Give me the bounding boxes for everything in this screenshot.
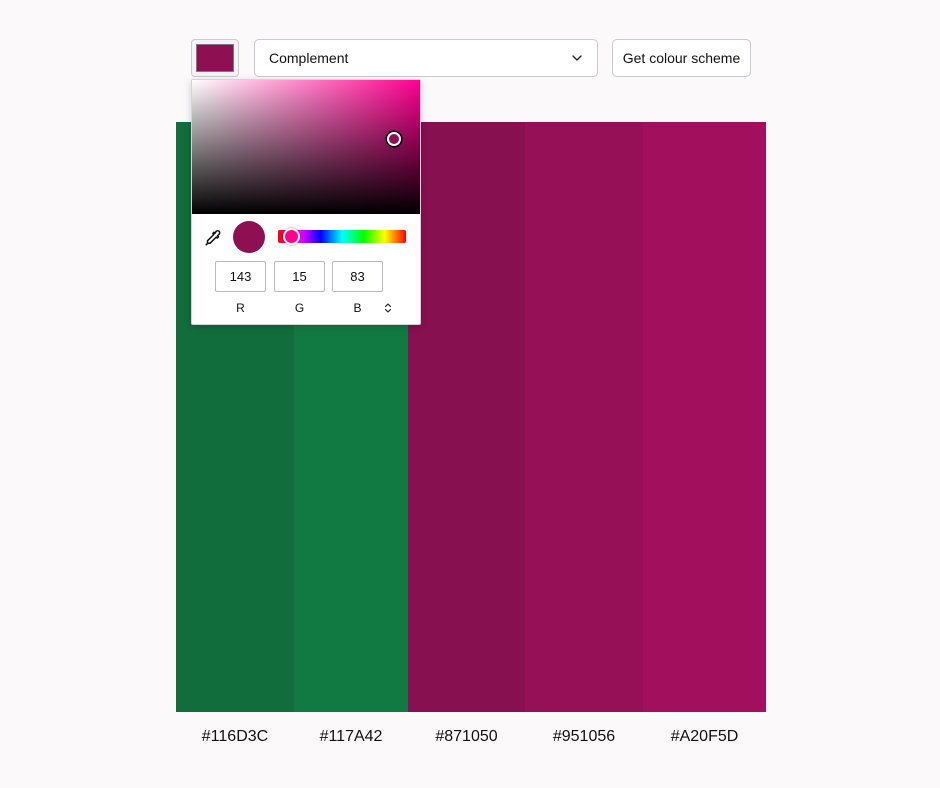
green-channel-label: G bbox=[294, 301, 305, 315]
saturation-value-handle[interactable] bbox=[386, 131, 401, 146]
up-down-arrows-icon[interactable] bbox=[382, 301, 394, 315]
hue-slider-thumb[interactable] bbox=[282, 228, 300, 245]
color-picker-popup: R G B bbox=[191, 79, 421, 325]
green-channel-input[interactable] bbox=[274, 261, 325, 292]
palette-hex-label: #A20F5D bbox=[670, 728, 739, 745]
red-channel-label: R bbox=[236, 301, 245, 315]
scheme-mode-value: Complement bbox=[269, 50, 349, 66]
palette-hex-label: #116D3C bbox=[201, 728, 269, 745]
palette-swatch bbox=[408, 122, 525, 712]
current-color-swatch bbox=[196, 44, 234, 72]
palette-swatch bbox=[525, 122, 643, 712]
red-channel-input[interactable] bbox=[215, 261, 266, 292]
scheme-mode-select[interactable]: Complement bbox=[254, 39, 598, 77]
hue-slider[interactable] bbox=[278, 228, 406, 245]
palette-hex-label: #951056 bbox=[552, 728, 616, 745]
palette-hex-label: #117A42 bbox=[319, 728, 383, 745]
blue-channel-label: B bbox=[353, 301, 362, 315]
color-preview-dot bbox=[233, 221, 265, 253]
color-picker-button[interactable] bbox=[191, 39, 239, 77]
palette-hex-labels: #116D3C #117A42 #871050 #951056 #A20F5D bbox=[176, 728, 766, 750]
blue-channel-input[interactable] bbox=[332, 261, 383, 292]
palette-hex-label: #871050 bbox=[435, 728, 498, 745]
saturation-value-area[interactable] bbox=[192, 80, 420, 214]
chevron-down-icon bbox=[572, 55, 582, 61]
page: Complement Get colour scheme #116D3C #11… bbox=[0, 0, 940, 788]
get-colour-scheme-button[interactable]: Get colour scheme bbox=[612, 39, 751, 77]
eyedropper-icon[interactable] bbox=[204, 229, 222, 247]
palette-swatch bbox=[643, 122, 766, 712]
